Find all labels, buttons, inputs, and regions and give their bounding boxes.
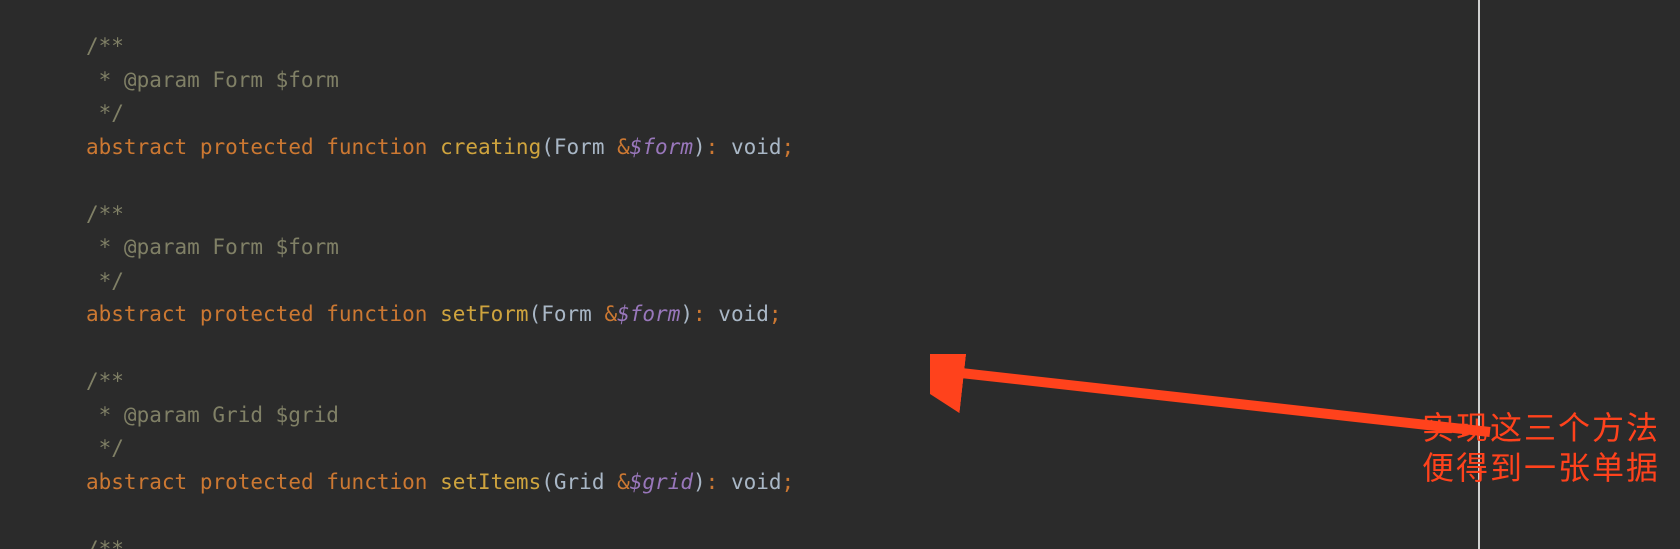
doc-open: /** [86,30,1478,64]
blank-line [86,499,1478,533]
kw-protected: protected [200,135,314,159]
code-editor[interactable]: /** * @param Form $form */ abstract prot… [0,0,1480,549]
func-name: creating [440,135,541,159]
doc-close: */ [86,97,1478,131]
kw-function: function [326,135,427,159]
func-name: setForm [440,302,529,326]
param-var: $form [617,302,680,326]
param-type: Grid [554,470,617,494]
kw-protected: protected [200,302,314,326]
doc-param: * @param Form $form [86,231,1478,265]
doc-param: * @param Grid $grid [86,399,1478,433]
doc-param: * @param Form $form [86,64,1478,98]
code-line: abstract protected function setForm(Form… [86,298,1478,332]
blank-line [86,164,1478,198]
param-type: Form [541,302,604,326]
annotation-text: 实现这三个方法 便得到一张单据 [1422,408,1660,488]
kw-function: function [326,302,427,326]
kw-abstract: abstract [86,302,187,326]
func-name: setItems [440,470,541,494]
code-line: abstract protected function setItems(Gri… [86,466,1478,500]
return-type: void [718,470,781,494]
kw-function: function [326,470,427,494]
annotation-line: 便得到一张单据 [1422,448,1660,488]
param-type: Form [554,135,617,159]
doc-open: /** [86,198,1478,232]
doc-open: /** [86,365,1478,399]
param-var: $grid [630,470,693,494]
return-type: void [718,135,781,159]
code-line: abstract protected function creating(For… [86,131,1478,165]
return-type: void [706,302,769,326]
param-var: $form [630,135,693,159]
doc-close: */ [86,432,1478,466]
doc-open: /** [86,533,1478,549]
kw-abstract: abstract [86,470,187,494]
blank-line [86,332,1478,366]
kw-protected: protected [200,470,314,494]
annotation-line: 实现这三个方法 [1422,408,1660,448]
doc-close: */ [86,265,1478,299]
kw-abstract: abstract [86,135,187,159]
